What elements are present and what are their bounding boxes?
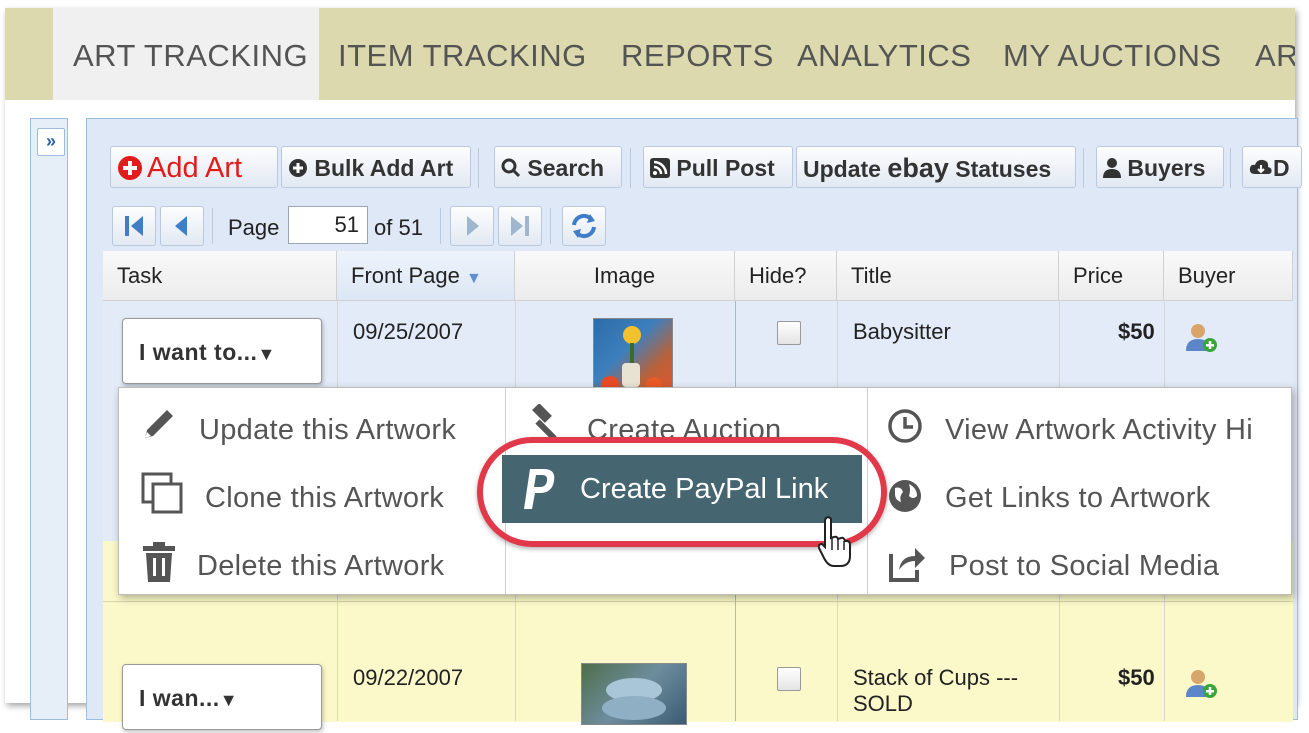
pull-post-label: Pull Post bbox=[676, 155, 775, 181]
rss-icon bbox=[650, 158, 670, 178]
menu-item-clone-artwork[interactable]: Clone this Artwork bbox=[205, 468, 444, 528]
bulk-add-art-label: Bulk Add Art bbox=[314, 155, 454, 181]
column-header-task[interactable]: Task bbox=[103, 251, 337, 301]
pull-post-button[interactable]: Pull Post bbox=[643, 146, 793, 188]
toolbar-separator bbox=[1083, 148, 1084, 188]
globe-icon bbox=[887, 478, 923, 519]
plus-circle-icon bbox=[118, 156, 142, 180]
toolbar-separator bbox=[1230, 148, 1231, 188]
next-page-button[interactable] bbox=[450, 206, 494, 246]
search-label: Search bbox=[527, 155, 605, 181]
trash-icon bbox=[141, 542, 177, 587]
column-header-image[interactable]: Image bbox=[515, 251, 735, 301]
sort-desc-icon: ▼ bbox=[465, 270, 482, 287]
next-page-icon bbox=[467, 216, 479, 236]
page-label: Page bbox=[228, 215, 280, 240]
add-art-label: Add Art bbox=[147, 152, 243, 184]
search-icon bbox=[501, 158, 521, 178]
share-icon bbox=[887, 544, 927, 589]
page-number-input[interactable]: 51 bbox=[288, 206, 368, 244]
artwork-title: Babysitter bbox=[853, 319, 951, 344]
refresh-button[interactable] bbox=[562, 206, 606, 246]
tab-reports[interactable]: REPORTS bbox=[621, 8, 774, 100]
tab-art-tracking[interactable]: ART TRACKING bbox=[53, 8, 319, 100]
pager-separator bbox=[550, 208, 551, 244]
top-nav: ART TRACKING ITEM TRACKING REPORTS ANALY… bbox=[5, 8, 1295, 100]
download-label: D bbox=[1273, 155, 1290, 181]
menu-item-update-artwork[interactable]: Update this Artwork bbox=[199, 400, 456, 460]
user-add-icon bbox=[1186, 324, 1217, 352]
toolbar-separator bbox=[478, 148, 479, 188]
column-header-title[interactable]: Title bbox=[837, 251, 1059, 301]
pager-separator bbox=[440, 208, 441, 244]
page-count-label: of 51 bbox=[374, 215, 423, 240]
caret-down-icon: ▼ bbox=[257, 344, 276, 364]
front-page-header-label: Front Page bbox=[351, 263, 460, 288]
tab-analytics[interactable]: ANALYTICS bbox=[797, 8, 971, 100]
user-icon bbox=[1103, 158, 1121, 178]
artwork-price: $50 bbox=[1118, 665, 1155, 690]
toolbar-separator bbox=[630, 148, 631, 188]
task-dropdown-label: I wan bbox=[139, 685, 200, 711]
refresh-icon bbox=[572, 213, 596, 239]
tab-item-tracking[interactable]: ITEM TRACKING bbox=[338, 8, 587, 100]
buyers-label: Buyers bbox=[1127, 155, 1206, 181]
user-add-icon bbox=[1186, 670, 1217, 698]
hide-checkbox[interactable] bbox=[777, 667, 801, 691]
update-label: Update bbox=[803, 156, 888, 182]
task-dropdown-label-suffix: ... bbox=[199, 685, 220, 711]
pencil-icon bbox=[139, 404, 179, 449]
artwork-title: Stack of Cups --- bbox=[853, 665, 1019, 690]
statuses-label: Statuses bbox=[948, 156, 1052, 182]
menu-item-get-links[interactable]: Get Links to Artwork bbox=[945, 468, 1211, 528]
update-ebay-statuses-button[interactable]: Update ebay Statuses bbox=[796, 146, 1076, 188]
expand-panel-button[interactable]: » bbox=[37, 128, 65, 156]
search-button[interactable]: Search bbox=[494, 146, 622, 188]
pager-separator bbox=[212, 208, 213, 244]
prev-page-icon bbox=[175, 216, 187, 236]
side-panel-collapsed bbox=[30, 118, 68, 720]
caret-down-icon: ▼ bbox=[219, 690, 239, 710]
front-page-date: 09/22/2007 bbox=[353, 665, 464, 690]
task-dropdown[interactable]: I want to...▼ bbox=[122, 318, 322, 384]
column-header-hide[interactable]: Hide? bbox=[735, 251, 837, 301]
task-dropdown[interactable]: I wan...▼ bbox=[122, 664, 322, 730]
last-page-icon bbox=[511, 216, 529, 236]
download-button[interactable]: D bbox=[1242, 146, 1302, 188]
column-header-buyer[interactable]: Buyer bbox=[1164, 251, 1293, 301]
tab-more[interactable]: AR bbox=[1255, 8, 1295, 100]
prev-page-button[interactable] bbox=[160, 206, 204, 246]
last-page-button[interactable] bbox=[498, 206, 542, 246]
cloud-download-icon bbox=[1249, 159, 1272, 174]
menu-item-post-social-media[interactable]: Post to Social Media bbox=[949, 536, 1219, 596]
first-page-button[interactable] bbox=[112, 206, 156, 246]
column-header-front-page[interactable]: Front Page ▼ bbox=[337, 251, 515, 301]
hide-checkbox[interactable] bbox=[777, 321, 801, 345]
menu-item-view-activity-history[interactable]: View Artwork Activity Hi bbox=[945, 400, 1253, 460]
cups-still-life-image bbox=[602, 678, 666, 720]
plus-circle-icon bbox=[289, 159, 307, 177]
menu-item-delete-artwork[interactable]: Delete this Artwork bbox=[197, 536, 444, 596]
tab-my-auctions[interactable]: MY AUCTIONS bbox=[1003, 8, 1222, 100]
first-page-icon bbox=[125, 216, 143, 236]
bulk-add-art-button[interactable]: Bulk Add Art bbox=[281, 146, 471, 188]
task-dropdown-label: I want to... bbox=[139, 339, 258, 365]
add-buyer-icon[interactable] bbox=[1185, 669, 1219, 704]
add-buyer-icon[interactable] bbox=[1185, 323, 1219, 358]
column-header-price[interactable]: Price bbox=[1059, 251, 1164, 301]
hand-cursor-icon bbox=[817, 516, 852, 573]
artwork-price: $50 bbox=[1118, 319, 1155, 344]
buyers-button[interactable]: Buyers bbox=[1096, 146, 1224, 188]
artwork-title-line2: SOLD bbox=[853, 691, 913, 716]
artwork-thumbnail[interactable] bbox=[593, 318, 673, 398]
front-page-date: 09/25/2007 bbox=[353, 319, 464, 344]
clone-icon bbox=[141, 472, 185, 521]
artwork-thumbnail[interactable] bbox=[581, 663, 687, 725]
clock-history-icon bbox=[887, 408, 923, 449]
ebay-label: ebay bbox=[887, 153, 949, 183]
add-art-button[interactable]: Add Art bbox=[110, 146, 278, 188]
flower-still-life-image bbox=[601, 326, 662, 394]
